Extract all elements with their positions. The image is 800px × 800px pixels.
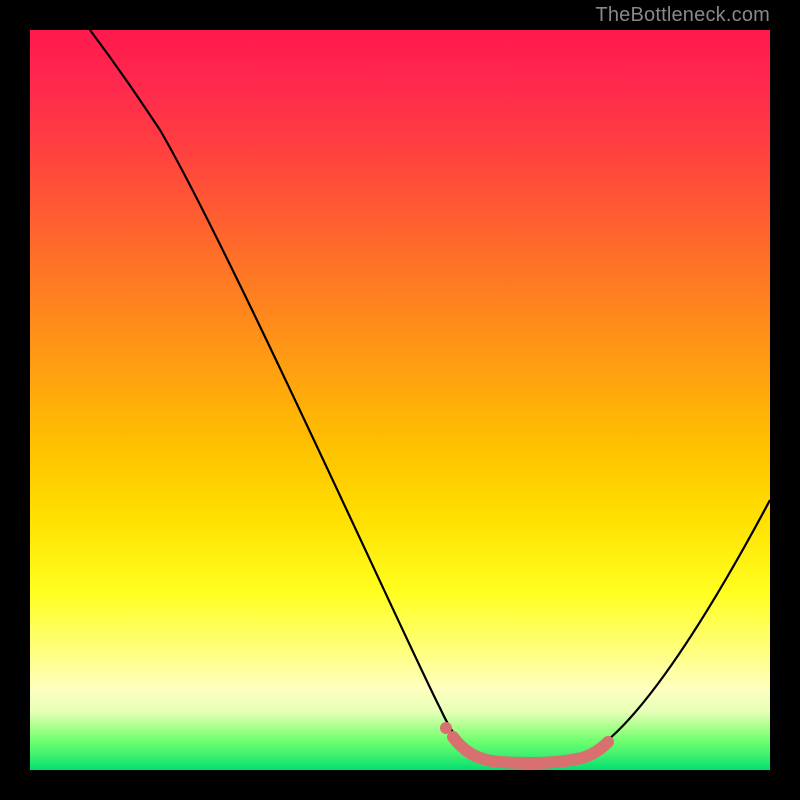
watermark-text: TheBottleneck.com [595,4,770,27]
pink-highlight-segment [453,737,608,763]
curve-layer [30,30,770,770]
bottleneck-curve [90,30,770,763]
pink-dot-left [440,722,452,734]
chart-frame: TheBottleneck.com [0,0,800,800]
